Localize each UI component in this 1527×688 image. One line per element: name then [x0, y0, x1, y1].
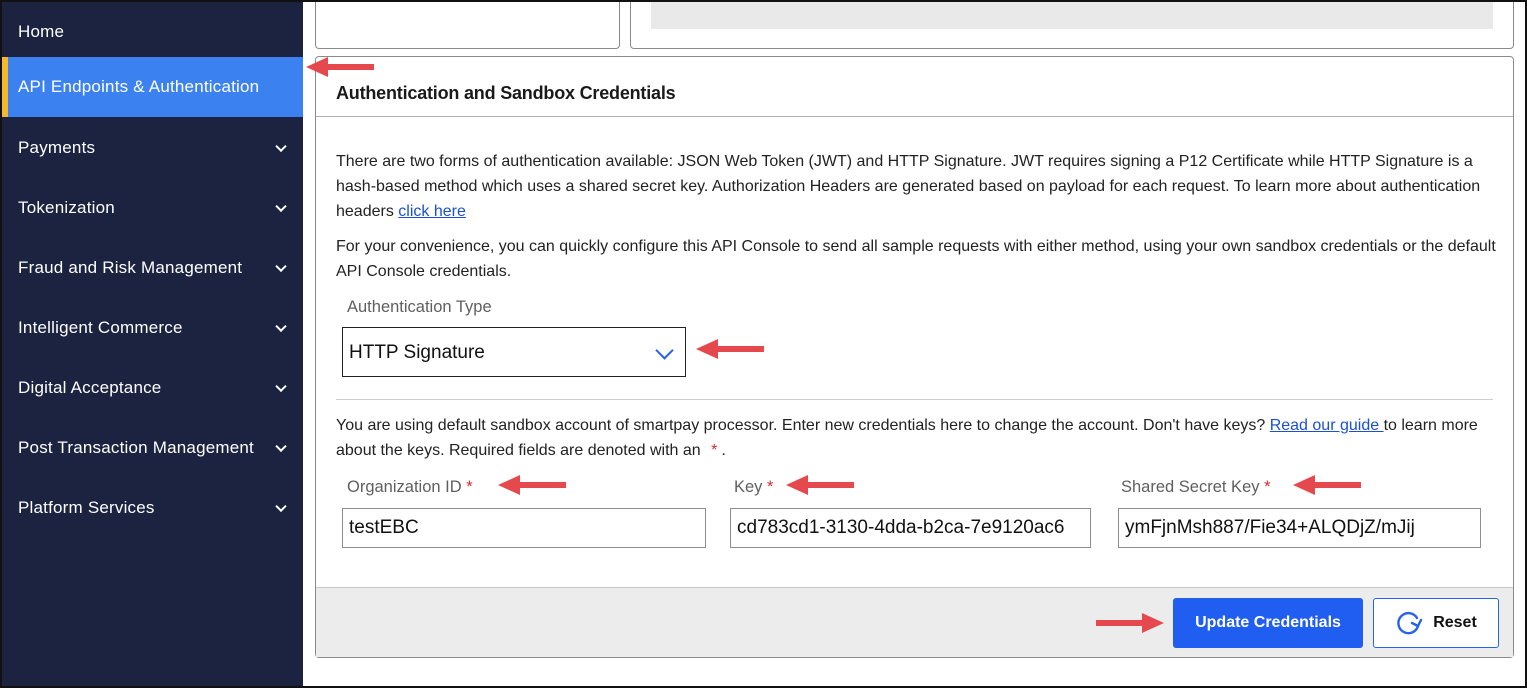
sidebar-item-label: Home	[18, 22, 65, 41]
sidebar-item-home[interactable]: Home	[2, 2, 303, 62]
annotation-arrow	[1293, 475, 1361, 495]
sidebar-item-label: Payments	[18, 138, 96, 157]
auth-type-label: Authentication Type	[347, 298, 492, 316]
required-marker: *	[711, 442, 718, 459]
sandbox-paragraph: You are using default sandbox account of…	[336, 413, 1496, 463]
chevron-down-icon	[275, 320, 287, 333]
auth-intro-text: There are two forms of authentication av…	[336, 153, 1481, 220]
org-id-label-text: Organization ID	[347, 478, 462, 496]
sandbox-text-end: .	[721, 442, 726, 459]
chevron-down-icon	[275, 380, 287, 393]
key-label: Key *	[734, 478, 773, 497]
card-title: Authentication and Sandbox Credentials	[336, 83, 676, 103]
top-left-panel	[315, 0, 620, 49]
sidebar-item-api-endpoints[interactable]: API Endpoints & Authentication	[2, 57, 303, 117]
annotation-arrow	[498, 475, 566, 495]
chevron-down-icon	[275, 260, 287, 273]
required-marker: *	[1264, 478, 1271, 496]
auth-type-value: HTTP Signature	[349, 342, 485, 363]
sidebar-item-label: Fraud and Risk Management	[18, 258, 243, 277]
key-label-text: Key	[734, 478, 763, 496]
reset-button[interactable]: Reset	[1373, 598, 1499, 648]
sidebar-item-label: Tokenization	[18, 198, 115, 217]
sidebar-item-label: Digital Acceptance	[18, 378, 162, 397]
sandbox-text: You are using default sandbox account of…	[336, 417, 1270, 434]
sidebar-item-fraud-risk[interactable]: Fraud and Risk Management	[2, 238, 303, 298]
top-right-panel	[630, 0, 1514, 49]
annotation-arrow	[306, 57, 374, 77]
sidebar-item-tokenization[interactable]: Tokenization	[2, 178, 303, 238]
shared-secret-label-text: Shared Secret Key	[1121, 478, 1260, 496]
sidebar-item-label: API Endpoints & Authentication	[18, 77, 260, 96]
annotation-arrow	[696, 339, 764, 359]
chevron-down-icon	[275, 500, 287, 513]
chevron-down-icon	[275, 200, 287, 213]
auth-intro-paragraph: There are two forms of authentication av…	[336, 149, 1496, 224]
sidebar-item-digital-acceptance[interactable]: Digital Acceptance	[2, 358, 303, 418]
update-credentials-button[interactable]: Update Credentials	[1173, 598, 1363, 648]
chevron-down-icon	[275, 440, 287, 453]
required-marker: *	[767, 478, 774, 496]
annotation-arrow	[786, 475, 854, 495]
convenience-paragraph: For your convenience, you can quickly co…	[336, 238, 1496, 280]
click-here-link[interactable]: click here	[398, 203, 466, 220]
refresh-icon	[1397, 611, 1423, 635]
shared-secret-label: Shared Secret Key *	[1121, 478, 1271, 497]
code-block-placeholder	[651, 1, 1493, 29]
sidebar-item-platform-services[interactable]: Platform Services	[2, 478, 303, 538]
annotation-arrow-right	[1096, 613, 1164, 633]
card-footer: Update Credentials Reset	[316, 587, 1513, 657]
credentials-card: Authentication and Sandbox Credentials T…	[315, 56, 1514, 658]
sidebar-item-label: Platform Services	[18, 498, 155, 517]
sidebar-item-label: Intelligent Commerce	[18, 318, 183, 337]
shared-secret-input[interactable]	[1118, 508, 1481, 548]
sidebar-nav: Home API Endpoints & Authentication Paym…	[2, 2, 303, 686]
chevron-down-icon	[275, 140, 287, 153]
sidebar-item-post-transaction[interactable]: Post Transaction Management	[2, 418, 303, 478]
sidebar-item-intelligent-commerce[interactable]: Intelligent Commerce	[2, 298, 303, 358]
auth-type-select[interactable]: HTTP Signature	[342, 327, 686, 377]
sidebar-item-payments[interactable]: Payments	[2, 118, 303, 178]
key-input[interactable]	[730, 508, 1091, 548]
org-id-label: Organization ID *	[347, 478, 473, 497]
required-marker: *	[466, 478, 473, 496]
read-guide-link[interactable]: Read our guide	[1270, 417, 1384, 434]
card-header: Authentication and Sandbox Credentials	[316, 57, 1513, 117]
section-divider	[336, 399, 1493, 400]
org-id-input[interactable]	[342, 508, 706, 548]
chevron-down-icon	[655, 341, 674, 360]
reset-label: Reset	[1433, 614, 1477, 631]
sidebar-item-label: Post Transaction Management	[18, 438, 254, 457]
